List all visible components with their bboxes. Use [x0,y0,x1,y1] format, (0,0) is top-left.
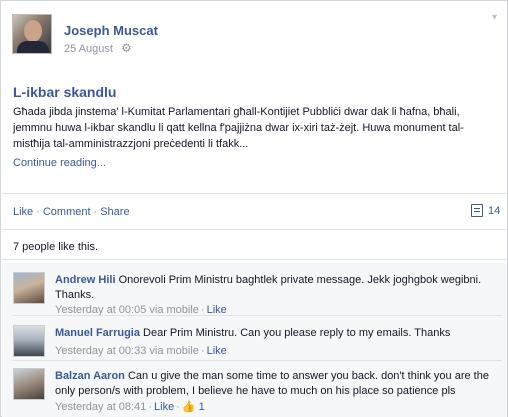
divider [2,193,507,194]
commenter-avatar[interactable] [13,368,45,400]
commenter-avatar[interactable] [13,325,45,357]
post-meta: 25 August ⚙ [64,41,132,55]
avatar-suit [17,41,49,53]
comments-list: Andrew Hili Onorevoli Prim Ministru bagh… [2,263,507,417]
comment-like-link[interactable]: Like [154,401,174,413]
like-link[interactable]: Like [13,206,33,218]
post-body: Għada jibda jinstema' l-Kumitat Parlamen… [13,106,464,150]
separator: · [200,345,205,357]
commenter-name[interactable]: Manuel Farrugia [55,327,140,339]
comment-text: Dear Prim Ministru. Can you please reply… [143,327,451,339]
commenter-avatar[interactable] [13,272,45,304]
author-name[interactable]: Joseph Muscat [64,23,158,38]
divider [12,360,502,361]
comment-meta: Yesterday at 00:33 via mobile · Like [55,345,227,357]
divider [2,259,507,260]
comment-time[interactable]: Yesterday at 00:33 via mobile [55,345,199,357]
comment-meta: Yesterday at 08:41 · Like · 👍 1 [55,400,205,413]
continue-reading-link[interactable]: Continue reading... [13,157,106,169]
comment-text-block: Andrew Hili Onorevoli Prim Ministru bagh… [55,273,500,303]
author-avatar[interactable] [12,14,52,54]
comment-like-link[interactable]: Like [207,345,227,357]
comment-link[interactable]: Comment [43,206,91,218]
separator: · [36,206,40,218]
share-link[interactable]: Share [100,206,129,218]
comment-like-count[interactable]: 1 [199,401,205,413]
separator: · [176,401,180,413]
commenter-name[interactable]: Andrew Hili [55,274,116,286]
separator: · [148,401,153,413]
divider [2,229,507,230]
post-date[interactable]: 25 August [64,43,113,55]
commenter-name[interactable]: Balzan Aaron [55,370,125,382]
divider [12,315,502,316]
comment-text: Onorevoli Prim Ministru baghtlek private… [55,274,482,301]
comment-text-block: Manuel Farrugia Dear Prim Ministru. Can … [55,326,500,341]
comment-count-value: 14 [488,204,501,217]
gear-icon[interactable]: ⚙ [121,41,132,55]
comment-count[interactable]: 14 [471,204,500,217]
post-actions: Like · Comment · Share [13,206,130,218]
post-title[interactable]: L-ikbar skandlu [13,84,116,100]
separator: · [93,206,98,218]
comment-icon [471,204,483,217]
post-card: Joseph Muscat 25 August ⚙ ▾ L-ikbar skan… [0,0,508,417]
chevron-down-icon[interactable]: ▾ [488,11,501,24]
comment-time[interactable]: Yesterday at 08:41 [55,401,146,413]
avatar-head [24,20,42,42]
likes-summary[interactable]: 7 people like this. [13,241,98,253]
comment-text-block: Balzan Aaron Can u give the man some tim… [55,369,500,399]
thumbs-up-icon[interactable]: 👍 [182,400,196,413]
